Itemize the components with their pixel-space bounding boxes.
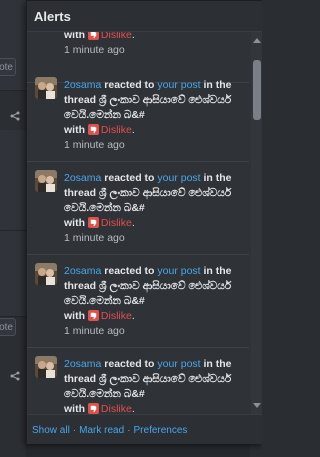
- alert-reaction[interactable]: Dislike: [101, 217, 132, 229]
- alerts-footer: Show all · Mark read · Preferences: [27, 414, 262, 444]
- alert-text: with Dislike. 1 minute ago: [64, 32, 246, 58]
- avatar[interactable]: [35, 263, 57, 285]
- alert-with-text: with: [64, 124, 85, 136]
- alert-username[interactable]: 2osama: [64, 79, 101, 91]
- alert-period: .: [131, 124, 135, 136]
- scroll-down-arrow-icon[interactable]: [253, 403, 261, 408]
- alert-text: 2osama reacted to your post in the threa…: [64, 171, 246, 246]
- preferences-link[interactable]: Preferences: [134, 425, 188, 436]
- alert-post-link[interactable]: your post: [157, 172, 200, 184]
- background-vote-label: ote: [0, 62, 13, 73]
- alerts-scrollbar-thumb[interactable]: [253, 60, 261, 120]
- alert-time: 1 minute ago: [64, 139, 125, 151]
- alert-reacted-to: reacted to: [104, 172, 155, 184]
- alert-period: .: [131, 217, 135, 229]
- alert-reaction[interactable]: Dislike: [101, 124, 132, 136]
- alert-item[interactable]: 2osama reacted to your post in the threa…: [27, 348, 249, 414]
- show-all-link[interactable]: Show all: [32, 425, 70, 436]
- alert-item[interactable]: 2osama reacted to your post in the threa…: [27, 255, 249, 348]
- thumbs-down-icon: [87, 32, 99, 40]
- alert-time: 1 minute ago: [64, 44, 125, 56]
- alert-post-link[interactable]: your post: [157, 265, 200, 277]
- alert-post-link[interactable]: your post: [157, 358, 200, 370]
- alert-reacted-to: reacted to: [104, 358, 155, 370]
- alert-post-link[interactable]: your post: [157, 79, 200, 91]
- alert-period: .: [131, 310, 135, 322]
- alert-text: 2osama reacted to your post in the threa…: [64, 357, 246, 414]
- alerts-title: Alerts: [34, 9, 71, 24]
- background-post-block: [0, 231, 26, 317]
- alert-time: 1 minute ago: [64, 325, 125, 337]
- page: ote ote Alerts with Dislike. 1 minute ag…: [0, 0, 262, 457]
- alert-text: 2osama reacted to your post in the threa…: [64, 264, 246, 339]
- share-icon[interactable]: [10, 371, 20, 381]
- share-icon[interactable]: [10, 111, 20, 121]
- scroll-up-arrow-icon[interactable]: [253, 38, 261, 43]
- background-vote-button[interactable]: ote: [0, 318, 16, 336]
- alerts-popup: Alerts with Dislike. 1 minute ago 2osama…: [26, 0, 262, 444]
- alert-reaction[interactable]: Dislike: [101, 310, 132, 322]
- background-left-column: ote ote: [0, 0, 26, 457]
- background-post-block: [0, 0, 26, 91]
- avatar[interactable]: [35, 170, 57, 192]
- alert-username[interactable]: 2osama: [64, 172, 101, 184]
- avatar[interactable]: [35, 77, 57, 99]
- alert-reaction[interactable]: Dislike: [101, 403, 132, 414]
- thumbs-down-icon: [87, 217, 99, 228]
- alert-with-text: with: [64, 217, 85, 229]
- alert-reacted-to: reacted to: [104, 265, 155, 277]
- alert-item[interactable]: 2osama reacted to your post in the threa…: [27, 162, 249, 255]
- background-vote-button[interactable]: ote: [0, 58, 16, 76]
- thumbs-down-icon: [87, 124, 99, 135]
- thumbs-down-icon: [87, 403, 99, 414]
- alerts-list[interactable]: with Dislike. 1 minute ago 2osama reacte…: [27, 32, 249, 414]
- footer-links: Show all · Mark read · Preferences: [32, 425, 187, 436]
- alert-time: 1 minute ago: [64, 232, 125, 244]
- alert-item[interactable]: 2osama reacted to your post in the threa…: [27, 69, 249, 162]
- avatar[interactable]: [35, 356, 57, 378]
- background-vote-label: ote: [0, 322, 13, 333]
- thumbs-down-icon: [87, 310, 99, 321]
- alert-username[interactable]: 2osama: [64, 358, 101, 370]
- alert-reaction[interactable]: Dislike: [101, 32, 132, 41]
- alert-text: 2osama reacted to your post in the threa…: [64, 78, 246, 153]
- alert-period: .: [131, 403, 135, 414]
- alert-with-text: with: [64, 310, 85, 322]
- alert-with-text: with: [64, 32, 85, 41]
- background-post-block: [0, 130, 26, 231]
- alert-period: .: [131, 32, 135, 41]
- footer-separator: ·: [127, 425, 131, 436]
- mark-read-link[interactable]: Mark read: [79, 425, 124, 436]
- alert-reacted-to: reacted to: [104, 79, 155, 91]
- footer-separator: ·: [72, 425, 77, 436]
- alerts-header: Alerts: [27, 1, 262, 32]
- alert-with-text: with: [64, 403, 85, 414]
- alerts-scrollbar[interactable]: [251, 32, 262, 414]
- alert-username[interactable]: 2osama: [64, 265, 101, 277]
